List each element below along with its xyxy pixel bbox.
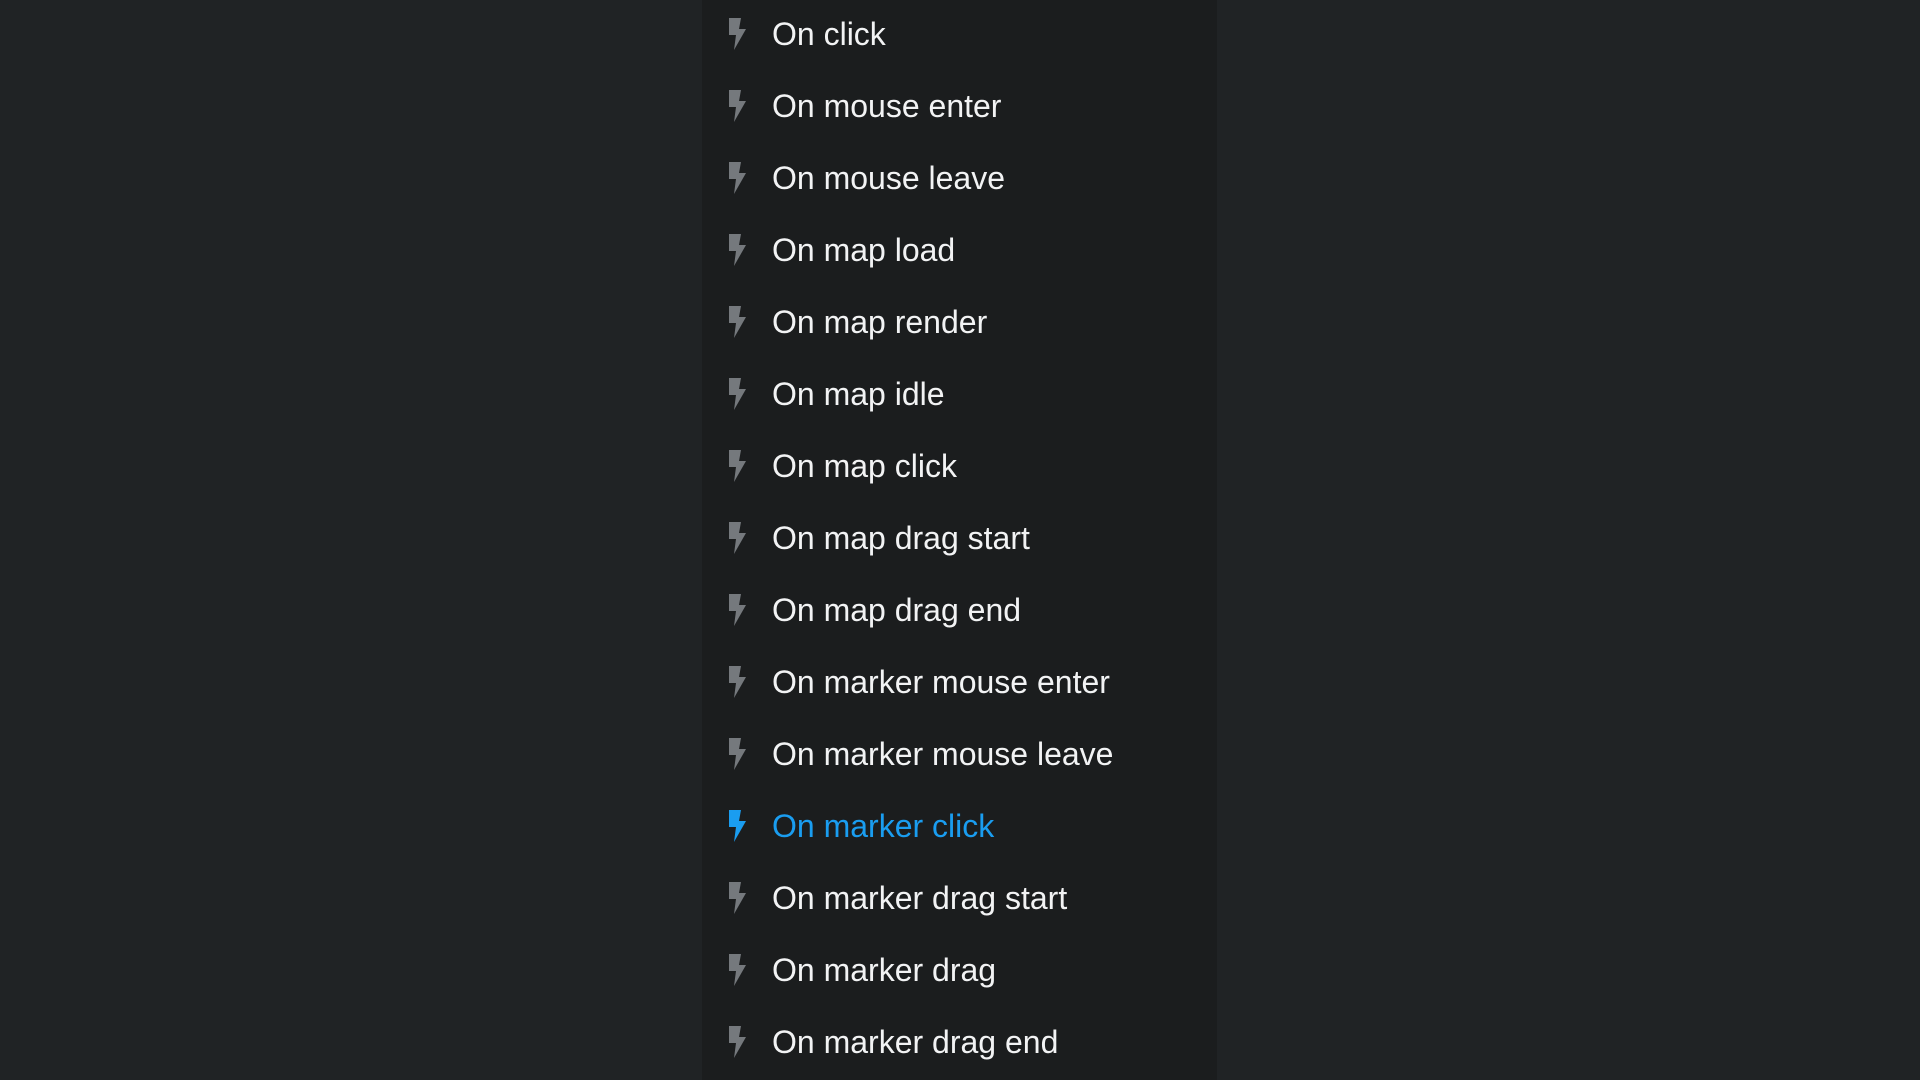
lightning-bolt-icon: [729, 378, 746, 410]
event-item-on-marker-mouse-leave[interactable]: On marker mouse leave: [702, 718, 1217, 790]
page-background: On click On mouse enter On mouse leave O…: [0, 0, 1920, 1080]
lightning-bolt-icon: [729, 594, 746, 626]
lightning-bolt-icon: [729, 234, 746, 266]
lightning-bolt-icon: [729, 954, 746, 986]
event-item-label: On map load: [772, 232, 956, 268]
event-item-on-marker-mouse-enter[interactable]: On marker mouse enter: [702, 646, 1217, 718]
event-item-label: On marker drag start: [772, 880, 1068, 916]
event-item-label: On marker mouse leave: [772, 736, 1114, 772]
event-item-label: On mouse enter: [772, 88, 1002, 124]
event-item-on-marker-click[interactable]: On marker click: [702, 790, 1217, 862]
event-item-label: On map click: [772, 448, 957, 484]
event-trigger-menu: On click On mouse enter On mouse leave O…: [702, 0, 1217, 1080]
lightning-bolt-icon: [729, 810, 746, 842]
event-item-on-map-idle[interactable]: On map idle: [702, 358, 1217, 430]
event-item-on-marker-drag[interactable]: On marker drag: [702, 934, 1217, 1006]
lightning-bolt-icon: [729, 522, 746, 554]
lightning-bolt-icon: [729, 1026, 746, 1058]
event-item-on-map-drag-end[interactable]: On map drag end: [702, 574, 1217, 646]
lightning-bolt-icon: [729, 306, 746, 338]
event-item-on-mouse-enter[interactable]: On mouse enter: [702, 70, 1217, 142]
event-item-label: On click: [772, 16, 886, 52]
event-item-on-marker-drag-start[interactable]: On marker drag start: [702, 862, 1217, 934]
event-item-on-marker-drag-end[interactable]: On marker drag end: [702, 1006, 1217, 1078]
event-item-label: On marker mouse enter: [772, 664, 1110, 700]
lightning-bolt-icon: [729, 18, 746, 50]
event-item-on-map-drag-start[interactable]: On map drag start: [702, 502, 1217, 574]
event-item-label: On map drag start: [772, 520, 1030, 556]
event-item-on-map-load[interactable]: On map load: [702, 214, 1217, 286]
event-trigger-list: On click On mouse enter On mouse leave O…: [702, 0, 1217, 1078]
lightning-bolt-icon: [729, 90, 746, 122]
event-item-label: On marker drag: [772, 952, 997, 988]
event-item-on-map-render[interactable]: On map render: [702, 286, 1217, 358]
lightning-bolt-icon: [729, 738, 746, 770]
lightning-bolt-icon: [729, 162, 746, 194]
event-item-label: On marker click: [772, 808, 995, 844]
lightning-bolt-icon: [729, 666, 746, 698]
event-item-on-click[interactable]: On click: [702, 0, 1217, 70]
event-item-label: On map render: [772, 304, 988, 340]
lightning-bolt-icon: [729, 882, 746, 914]
event-item-on-map-click[interactable]: On map click: [702, 430, 1217, 502]
lightning-bolt-icon: [729, 450, 746, 482]
event-item-label: On map drag end: [772, 592, 1022, 628]
event-item-label: On mouse leave: [772, 160, 1006, 196]
event-item-label: On marker drag end: [772, 1024, 1059, 1060]
event-item-label: On map idle: [772, 376, 945, 412]
event-item-on-mouse-leave[interactable]: On mouse leave: [702, 142, 1217, 214]
